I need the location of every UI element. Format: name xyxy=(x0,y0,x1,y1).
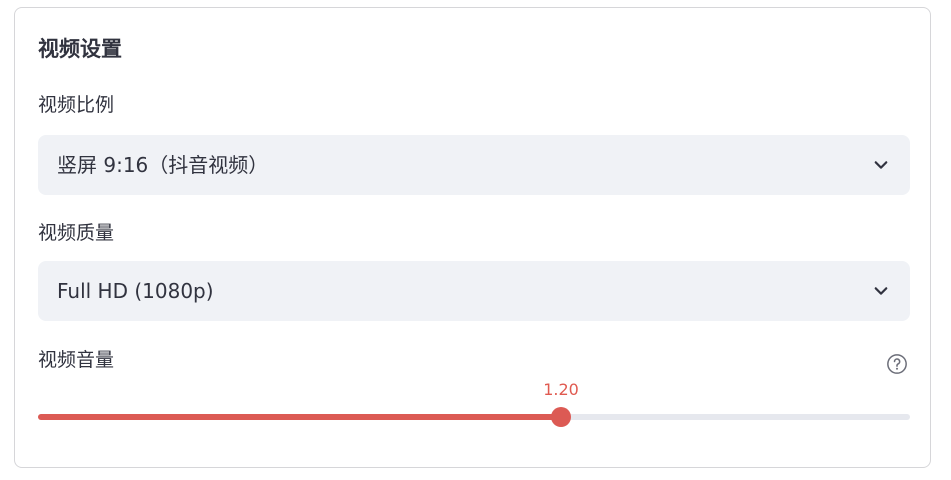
quality-selected-value: Full HD (1080p) xyxy=(57,279,214,303)
chevron-down-icon xyxy=(874,161,888,169)
panel-title: 视频设置 xyxy=(38,37,122,61)
volume-slider-track[interactable] xyxy=(38,407,910,427)
quality-label: 视频质量 xyxy=(38,222,115,244)
chevron-down-icon xyxy=(874,287,888,295)
aspect-ratio-label: 视频比例 xyxy=(38,94,115,116)
aspect-ratio-select[interactable]: 竖屏 9:16（抖音视频） xyxy=(38,135,910,195)
quality-select[interactable]: Full HD (1080p) xyxy=(38,261,910,321)
volume-slider-fill xyxy=(38,414,562,420)
aspect-ratio-selected-value: 竖屏 9:16（抖音视频） xyxy=(57,153,269,177)
volume-slider-thumb[interactable] xyxy=(551,407,572,427)
volume-label: 视频音量 xyxy=(38,349,115,371)
video-settings-panel: 视频设置 视频比例 竖屏 9:16（抖音视频） 视频质量 Full HD (10… xyxy=(14,7,931,468)
help-circle-icon[interactable] xyxy=(886,353,908,375)
